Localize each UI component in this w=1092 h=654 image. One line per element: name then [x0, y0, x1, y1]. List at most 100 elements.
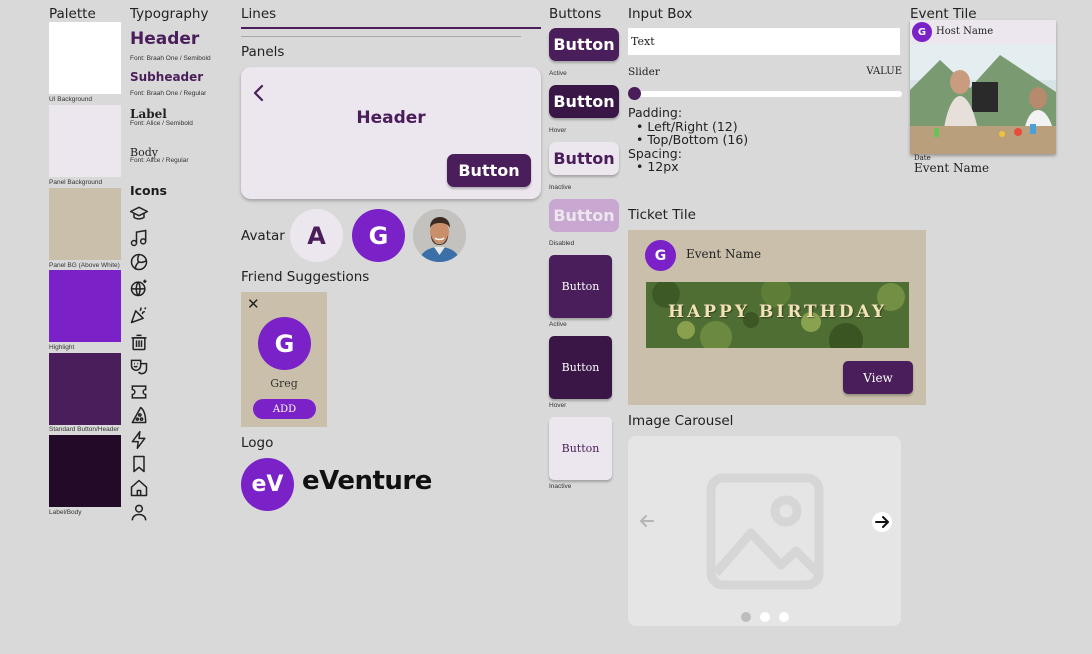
input-box-title: Input Box — [628, 6, 693, 22]
friend-avatar: G — [258, 317, 311, 370]
ticket-tile-title: Ticket Tile — [628, 207, 696, 223]
buttons-title: Buttons — [549, 6, 602, 22]
swatch-label: Panel BG (Above White) — [49, 262, 120, 269]
panel-button[interactable]: Button — [447, 154, 531, 187]
text-input[interactable] — [628, 28, 900, 55]
swatch-label: Highlight — [49, 344, 75, 351]
logo-title: Logo — [241, 435, 274, 451]
avatar-letter-g: G — [352, 209, 405, 262]
ticket-avatar: G — [645, 240, 676, 271]
swatch-label-body — [49, 435, 121, 507]
avatar-photo — [413, 209, 466, 262]
swatch-standard-button — [49, 353, 121, 425]
swatch-label: UI Background — [49, 96, 92, 103]
button-disabled: Button — [549, 199, 619, 232]
swatch-highlight — [49, 270, 121, 342]
bookmark-icon — [129, 454, 149, 474]
logo-mark: eV — [241, 458, 294, 511]
divider-thin — [241, 36, 521, 37]
ticket-icon — [129, 382, 149, 402]
spacing-notes: Padding: • Left/Right (12) • Top/Bottom … — [628, 106, 748, 174]
arrow-right-icon[interactable] — [872, 512, 892, 532]
panel-header: Header — [356, 108, 426, 128]
view-button[interactable]: View — [843, 361, 913, 394]
typography-title: Typography — [130, 6, 209, 22]
slider-value-label: VALUE — [866, 66, 902, 77]
pizza-icon — [129, 405, 149, 425]
typo-label-sample: Label — [130, 107, 167, 121]
carousel-dot[interactable] — [740, 612, 751, 622]
palette-title: Palette — [49, 6, 96, 22]
serif-button-hover[interactable]: Button — [549, 336, 612, 399]
swatch-panel-background — [49, 105, 121, 177]
button-active[interactable]: Button — [549, 28, 619, 61]
carousel-dot[interactable] — [759, 612, 770, 622]
panels-title: Panels — [241, 44, 285, 60]
swatch-label: Panel Background — [49, 179, 103, 186]
button-hover[interactable]: Button — [549, 85, 619, 118]
friend-card: ✕ G Greg ADD — [241, 292, 327, 427]
volleyball-icon — [129, 252, 149, 272]
button-state-label: Disabled — [549, 240, 575, 247]
event-tile-image[interactable]: G Host Name — [910, 20, 1056, 154]
typo-header-font: Font: Braah One / Semibold — [130, 55, 211, 62]
user-icon — [129, 502, 149, 522]
ticket-banner-image: HAPPY BIRTHDAY — [646, 282, 909, 348]
panel-sample: Header Button — [241, 67, 541, 199]
button-state-label: Hover — [549, 402, 567, 409]
swatch-label: Standard Button/Header — [49, 426, 120, 433]
button-state-label: Inactive — [549, 184, 572, 191]
arrow-left-icon[interactable] — [638, 512, 656, 530]
theater-masks-icon — [129, 357, 149, 377]
padding-item: • Left/Right (12) — [636, 118, 738, 134]
button-state-label: Inactive — [549, 483, 572, 490]
typo-label-font: Font: Alice / Semibold — [130, 120, 193, 127]
padding-title: Padding: — [628, 105, 683, 120]
ticket-event-name: Event Name — [686, 247, 762, 261]
avatar-title: Avatar — [241, 228, 285, 244]
typo-subheader-font: Font: Braah One / Regular — [130, 90, 207, 97]
typo-body-font: Font: Alice / Regular — [130, 157, 189, 164]
padding-item: • Top/Bottom (16) — [636, 132, 749, 147]
button-inactive[interactable]: Button — [549, 142, 619, 175]
swatch-label: Label/Body — [49, 509, 82, 516]
image-carousel — [628, 436, 901, 626]
avatar-letter-a: A — [290, 209, 343, 262]
logo-wordmark: eVenture — [302, 466, 432, 496]
friend-name: Greg — [270, 377, 298, 390]
close-icon[interactable]: ✕ — [247, 295, 260, 313]
typo-subheader-sample: Subheader — [130, 70, 204, 84]
divider-thick — [241, 27, 541, 29]
spacing-item: • 12px — [636, 159, 679, 174]
lines-title: Lines — [241, 6, 277, 22]
home-icon — [129, 478, 149, 498]
button-state-label: Active — [549, 70, 567, 77]
icons-title: Icons — [130, 183, 167, 198]
ticket-banner-text: HAPPY BIRTHDAY — [668, 302, 887, 322]
button-state-label: Hover — [549, 127, 567, 134]
button-state-label: Active — [549, 321, 567, 328]
trash-bin-icon — [129, 332, 149, 352]
swatch-ui-background — [49, 22, 121, 94]
party-popper-icon — [129, 305, 149, 325]
slider-thumb[interactable] — [628, 87, 641, 100]
disco-ball-icon — [129, 278, 149, 298]
swatch-panel-bg-above-white — [49, 188, 121, 260]
slider-track[interactable] — [628, 91, 902, 97]
ticket-tile[interactable]: G Event Name HAPPY BIRTHDAY View — [628, 230, 926, 405]
add-friend-button[interactable]: ADD — [253, 399, 316, 419]
serif-button-inactive[interactable]: Button — [549, 417, 612, 480]
carousel-dot[interactable] — [778, 612, 789, 622]
lightning-icon — [129, 430, 149, 450]
event-name: Event Name — [914, 161, 990, 175]
host-name: Host Name — [936, 26, 994, 37]
carousel-dots — [628, 612, 901, 622]
slider-label: Slider — [628, 66, 660, 78]
host-avatar: G — [912, 22, 932, 42]
image-placeholder-icon — [706, 473, 824, 590]
image-carousel-title: Image Carousel — [628, 413, 734, 429]
typo-header-sample: Header — [130, 29, 200, 49]
serif-button-active[interactable]: Button — [549, 255, 612, 318]
spacing-title: Spacing: — [628, 145, 682, 161]
chevron-left-icon[interactable] — [251, 83, 267, 103]
